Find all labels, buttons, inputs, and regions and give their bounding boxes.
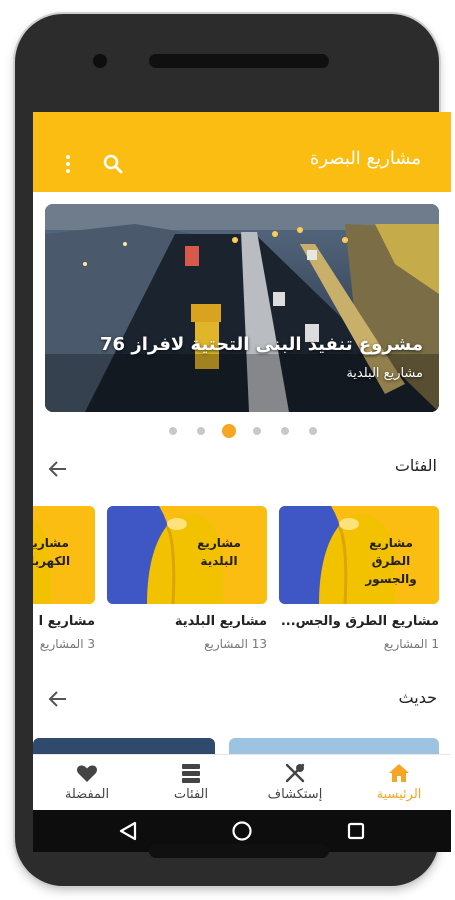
earpiece-speaker [149,54,329,68]
category-name: مشاريع ا [38,614,95,629]
nav-favorites-label: المفضلة [64,787,110,802]
category-image-text: مشاريع الكهرباء [33,534,87,570]
app-screen: مشاريع البصرة مشروع تنفيذ البنى التحتية … [33,112,451,852]
arrow-left-icon[interactable] [47,458,69,480]
category-image: مشاريع البلدية [107,506,267,604]
bottom-speaker [149,844,329,858]
back-icon[interactable] [117,820,139,842]
category-image-text: مشاريع الطرق والجسور [351,534,431,588]
category-card[interactable]: مشاريع البلدية مشاريع البلدية 13 المشاري… [107,506,267,651]
carousel-indicator[interactable] [165,424,325,438]
category-image-line1: مشاريع [33,536,69,550]
phone-frame: مشاريع البصرة مشروع تنفيذ البنى التحتية … [15,14,451,886]
category-image-line2: البلدية [200,554,238,568]
category-name: مشاريع الطرق والجس... [280,614,439,629]
categories-icon [182,764,200,783]
home-circle-icon[interactable] [231,820,253,842]
nav-categories-label: الفئات [173,787,209,802]
arrow-left-icon[interactable] [47,688,69,710]
nav-explore[interactable]: إستكشاف [243,755,347,811]
category-image-text: مشاريع البلدية [179,534,259,570]
app-bar: مشاريع البصرة [33,112,451,192]
category-count: 1 المشاريع [383,637,439,651]
category-image-line1: مشاريع [369,536,413,550]
recents-icon[interactable] [345,820,367,842]
category-count: 3 المشاريع [39,637,95,651]
carousel-dot[interactable] [169,427,177,435]
category-image: مشاريع الطرق والجسور [279,506,439,604]
category-name: مشاريع البلدية [174,614,267,629]
category-count: 13 المشاريع [204,637,267,651]
nav-categories[interactable]: الفئات [139,755,243,811]
front-camera [93,54,107,68]
categories-title: الفئات [394,456,437,475]
favorite-icon [77,765,97,782]
carousel-dot[interactable] [197,427,205,435]
more-vert-icon[interactable] [63,154,73,174]
nav-explore-label: إستكشاف [267,787,323,802]
carousel-dot[interactable] [253,427,261,435]
category-image-line2: الكهرباء [33,554,71,568]
carousel-dot[interactable] [309,427,317,435]
recent-title: حديث [398,688,437,707]
category-card[interactable]: مشاريع الكهرباء مشاريع ا 3 المشاريع [33,506,95,651]
bottom-navigation: الرئيسية إستكشاف الفئات المفضلة [33,754,451,810]
search-icon[interactable] [101,152,125,176]
category-image-line2: الطرق والجسور [365,554,417,586]
app-title: مشاريع البصرة [309,148,421,169]
nav-favorites[interactable]: المفضلة [35,755,139,811]
nav-home-label: الرئيسية [376,787,422,802]
carousel-dot[interactable] [281,427,289,435]
category-image: مشاريع الكهرباء [33,506,95,604]
banner-subtitle: مشاريع البلدية [346,366,423,381]
explore-icon [285,763,305,783]
category-card[interactable]: مشاريع الطرق والجسور مشاريع الطرق والجس.… [279,506,439,651]
carousel-dot-active[interactable] [222,424,236,438]
nav-home[interactable]: الرئيسية [347,755,451,811]
banner-title: مشروع تنفيذ البنى التحتية لافراز 76 [100,334,423,355]
featured-banner[interactable]: مشروع تنفيذ البنى التحتية لافراز 76 مشار… [45,204,439,412]
home-icon [389,764,409,782]
category-image-line1: مشاريع [197,536,241,550]
